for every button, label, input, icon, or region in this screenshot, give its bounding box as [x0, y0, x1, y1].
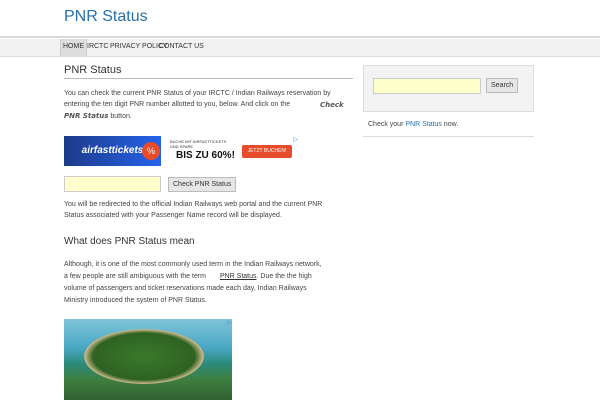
nav-item-irctc[interactable]: IRCTC [87, 39, 108, 56]
intro-line-2: entering the ten digit PNR number allott… [64, 99, 356, 110]
island-image [84, 329, 204, 384]
ad-image-banner[interactable]: ▷ [64, 319, 232, 400]
redirect-line-2: Status associated with your Passenger Na… [64, 212, 282, 219]
sidebar-text-after: now. [443, 121, 459, 128]
intro-line-3: PNR Status button. [64, 111, 132, 122]
check-pnr-em-a: Check [320, 101, 344, 109]
nav-item-home[interactable]: HOME [60, 39, 87, 56]
nav-item-contact-us[interactable]: CONTACT US [159, 39, 204, 56]
intro-text-2: entering the ten digit PNR number allott… [64, 101, 291, 108]
para-text-2a: a few people are still ambiguous with th… [64, 273, 207, 280]
main-nav: HOME IRCTC PRIVACY POLICY CONTACT US [0, 39, 600, 57]
redirect-line-1: You will be redirected to the official I… [64, 201, 323, 208]
sidebar-text-before: Check your [368, 121, 404, 128]
nav-divider [0, 36, 600, 38]
sidebar-search-input[interactable] [373, 78, 481, 94]
ad-small-text: BUCHE MIT AIRFASTTICKETS UND SPARE [170, 139, 227, 149]
site-title[interactable]: PNR Status [64, 8, 148, 26]
sidebar-search-widget: Search [363, 65, 534, 112]
para-text-2b: . Due the the high [256, 273, 312, 280]
sidebar-pnr-status-link[interactable]: PNR Status [405, 121, 442, 128]
sidebar-divider [363, 136, 534, 137]
page-title: PNR Status [64, 64, 122, 76]
ad-info-icon[interactable]: ▷ [293, 136, 298, 143]
ad-cta-button[interactable]: JETZT BUCHEN! [242, 145, 292, 158]
para-line-1: Although, it is one of the most commonly… [64, 261, 322, 268]
check-pnr-em-b: PNR Status [64, 112, 109, 120]
check-pnr-status-button[interactable]: Check PNR Status [168, 177, 237, 192]
sidebar-search-button[interactable]: Search [486, 78, 519, 93]
intro-line-1: You can check the current PNR Status of … [64, 90, 331, 97]
title-underline [64, 78, 353, 79]
pnr-status-link[interactable]: PNR Status [220, 273, 257, 280]
para-line-2: a few people are still ambiguous with th… [64, 271, 356, 282]
ad-banner[interactable]: airfasttickets % BUCHE MIT AIRFASTTICKET… [64, 136, 298, 166]
para-line-3: volume of passengers and ticket reservat… [64, 285, 307, 292]
intro-text-3: button. [110, 113, 132, 120]
intro-em-1: Check [320, 100, 344, 111]
section-heading: What does PNR Status mean [64, 236, 195, 247]
percent-icon: % [142, 142, 160, 160]
ad-info-icon-2[interactable]: ▷ [227, 319, 232, 326]
sidebar-text: Check your PNR Status now. [368, 121, 458, 128]
ad-big-text: BIS ZU 60%! [176, 150, 235, 161]
pnr-input[interactable] [64, 176, 161, 192]
para-line-4: Ministry introduced the system of PNR St… [64, 297, 207, 304]
